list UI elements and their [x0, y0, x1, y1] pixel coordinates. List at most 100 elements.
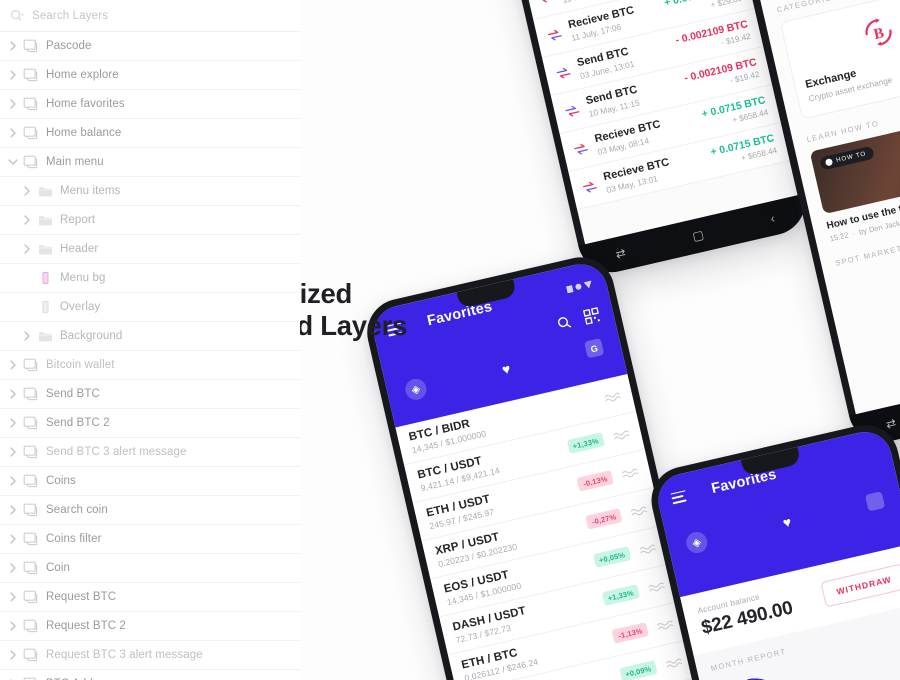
chevron-right-icon[interactable]: [6, 39, 20, 53]
layer-row-home-balance[interactable]: Home balance: [0, 119, 300, 148]
artboard-icon: [22, 38, 40, 54]
chevron-right-icon[interactable]: [6, 97, 20, 111]
send-arrow-icon: [542, 0, 553, 3]
chevron-right-icon[interactable]: [6, 503, 20, 517]
wifi-icon: [574, 283, 583, 291]
layer-row-btc-address[interactable]: BTC Address: [0, 670, 300, 680]
layer-row-bitcoin-wallet[interactable]: Bitcoin wallet: [0, 351, 300, 380]
chevron-right-icon[interactable]: [6, 445, 20, 459]
layer-row-coins-filter[interactable]: Coins filter: [0, 525, 300, 554]
recents-icon[interactable]: ⇄: [614, 246, 627, 262]
heart-icon[interactable]: ♥: [781, 513, 793, 530]
layer-row-report[interactable]: Report: [0, 206, 300, 235]
layer-row-request-btc-2[interactable]: Request BTC 2: [0, 612, 300, 641]
how-to-pill: HOW TO: [819, 146, 875, 171]
layer-row-request-btc[interactable]: Request BTC: [0, 583, 300, 612]
hamburger-icon[interactable]: [670, 489, 687, 504]
svg-text:B: B: [872, 25, 885, 43]
chevron-down-icon[interactable]: [6, 155, 20, 169]
qr-code-icon[interactable]: [582, 306, 601, 325]
layer-row-send-btc-2[interactable]: Send BTC 2: [0, 409, 300, 438]
send-arrow-icon: [556, 67, 571, 79]
layer-label: Send BTC 3 alert message: [46, 446, 187, 458]
layer-row-search-coin[interactable]: Search coin: [0, 496, 300, 525]
withdraw-button[interactable]: WITHDRAW: [820, 563, 900, 608]
home-icon[interactable]: ▢: [691, 227, 705, 243]
chevron-right-icon[interactable]: [6, 648, 20, 662]
artboard-icon: [22, 531, 40, 547]
change-badge: +0,09%: [618, 660, 658, 680]
layer-row-send-btc-3-alert-message[interactable]: Send BTC 3 alert message: [0, 438, 300, 467]
layer-row-menu-bg[interactable]: Menu bg: [0, 264, 300, 293]
battery-icon: [583, 280, 593, 289]
recents-icon[interactable]: ⇄: [885, 416, 898, 432]
chevron-right-icon[interactable]: [6, 126, 20, 140]
layer-row-header[interactable]: Header: [0, 235, 300, 264]
layer-row-coin[interactable]: Coin: [0, 554, 300, 583]
artboard-icon: [22, 676, 40, 680]
heart-icon[interactable]: ♥: [500, 360, 512, 377]
search-bar[interactable]: [0, 0, 300, 32]
chevron-right-icon[interactable]: [6, 68, 20, 82]
layer-row-background[interactable]: Background: [0, 322, 300, 351]
phone-balance-screen: Favorites ◈ ♥ Account balance $22 490.00…: [653, 426, 900, 680]
chevron-right-icon[interactable]: [6, 619, 20, 633]
chevron-right-icon[interactable]: [6, 358, 20, 372]
folder-icon: [36, 183, 54, 199]
layer-label: Send BTC: [46, 388, 100, 400]
layer-label: Request BTC: [46, 591, 117, 603]
sparkline-icon: [639, 544, 656, 553]
search-icon: [10, 9, 24, 20]
layer-label: Home explore: [46, 69, 119, 81]
layer-row-home-favorites[interactable]: Home favorites: [0, 90, 300, 119]
artboard-icon: [22, 444, 40, 460]
chevron-right-icon[interactable]: [20, 213, 34, 227]
layer-row-main-menu[interactable]: Main menu: [0, 148, 300, 177]
grid-icon[interactable]: [864, 491, 886, 512]
chevron-right-icon[interactable]: [20, 242, 34, 256]
folder-icon: [36, 212, 54, 228]
layer-label: Home favorites: [46, 98, 125, 110]
layers-panel: Pascode Home explore Home favorites Home ba…: [0, 0, 300, 680]
layer-label: Coins: [46, 475, 76, 487]
video-duration: 15:22: [828, 230, 850, 244]
artboard-icon: [22, 502, 40, 518]
layer-row-pascode[interactable]: Pascode: [0, 32, 300, 61]
layer-row-overlay[interactable]: Overlay: [0, 293, 300, 322]
change-badge: -0,13%: [576, 470, 614, 492]
folder-icon: [36, 241, 54, 257]
layer-row-send-btc[interactable]: Send BTC: [0, 380, 300, 409]
compass-icon[interactable]: ◈: [684, 529, 710, 556]
chevron-right-icon[interactable]: [6, 532, 20, 546]
layer-row-coins[interactable]: Coins: [0, 467, 300, 496]
chevron-right-icon[interactable]: [6, 474, 20, 488]
layer-row-request-btc-3-alert-message[interactable]: Request BTC 3 alert message: [0, 641, 300, 670]
compass-icon[interactable]: ◈: [403, 376, 429, 403]
category-card-exchange[interactable]: B Exchange Crypto asset exchange: [779, 0, 900, 121]
layer-list[interactable]: Pascode Home explore Home favorites Home ba…: [0, 32, 300, 680]
phone-balance: Favorites ◈ ♥ Account balance $22 490.00…: [644, 418, 900, 680]
chevron-placeholder: [20, 300, 34, 314]
chevron-right-icon[interactable]: [6, 590, 20, 604]
sparkline-icon: [604, 392, 621, 401]
artboard-icon: [22, 473, 40, 489]
favorites-list[interactable]: BTC / BIDR 14,345 / $1.000000 BTC / USDT 9,…: [395, 373, 698, 680]
grid-icon[interactable]: G: [584, 338, 605, 359]
back-icon[interactable]: ‹: [769, 211, 776, 226]
chevron-right-icon[interactable]: [6, 561, 20, 575]
layer-label: Header: [60, 243, 99, 255]
layer-row-menu-items[interactable]: Menu items: [0, 177, 300, 206]
layer-label: Send BTC 2: [46, 417, 110, 429]
layer-label: Pascode: [46, 40, 92, 52]
layer-row-home-explore[interactable]: Home explore: [0, 61, 300, 90]
chevron-right-icon[interactable]: [20, 184, 34, 198]
chevron-right-icon[interactable]: [6, 387, 20, 401]
search-input[interactable]: [30, 8, 234, 23]
artboard-icon: [22, 67, 40, 83]
chevron-right-icon[interactable]: [20, 329, 34, 343]
tx-list[interactable]: Send BTC11 July, 17:05- 0.043010 BTC- $3…: [468, 0, 790, 211]
artboard-icon: [22, 415, 40, 431]
chevron-right-icon[interactable]: [6, 416, 20, 430]
sparkline-icon: [630, 506, 648, 515]
search-icon[interactable]: [556, 314, 573, 331]
